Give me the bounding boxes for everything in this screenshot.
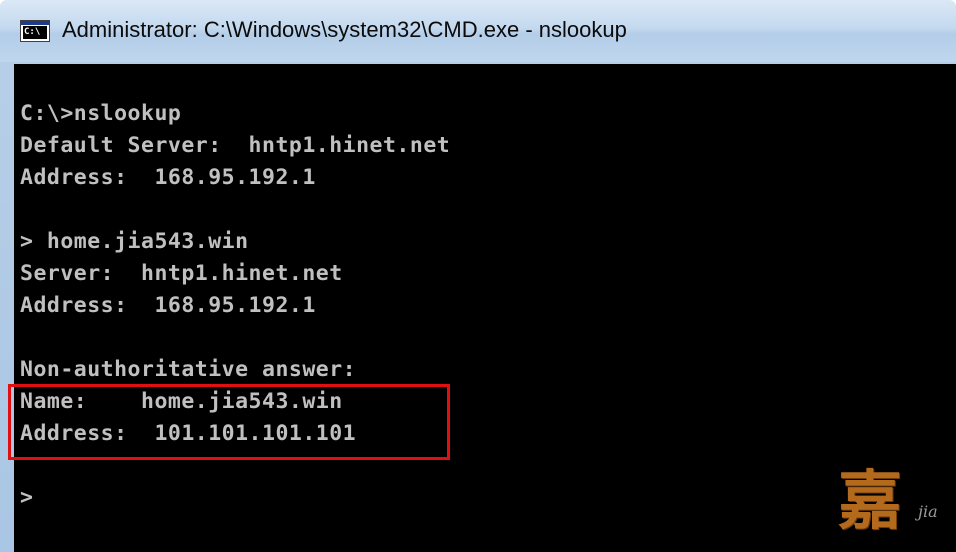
- console-output[interactable]: C:\>nslookup Default Server: hntp1.hinet…: [14, 64, 956, 552]
- watermark-sub: jia: [918, 502, 938, 521]
- watermark-char: 嘉: [838, 464, 902, 539]
- console-line: Non-authoritative answer:: [20, 357, 357, 382]
- console-line: > home.jia543.win: [20, 229, 249, 254]
- cmd-icon-bar: [21, 21, 49, 25]
- window-title: Administrator: C:\Windows\system32\CMD.e…: [62, 17, 627, 42]
- watermark-logo: 嘉 jia: [838, 466, 948, 546]
- console-line: Server: hntp1.hinet.net: [20, 261, 343, 286]
- console-prompt: >: [20, 485, 34, 510]
- console-line: C:\>nslookup: [20, 101, 182, 126]
- cmd-icon-screen: C:\: [23, 26, 47, 39]
- console-line: Address: 168.95.192.1: [20, 165, 316, 190]
- cmd-window: C:\ Administrator: C:\Windows\system32\C…: [0, 0, 956, 552]
- title-bar[interactable]: C:\ Administrator: C:\Windows\system32\C…: [0, 0, 956, 62]
- console-line: Address: 168.95.192.1: [20, 293, 316, 318]
- highlight-box: [8, 384, 450, 460]
- cmd-icon[interactable]: C:\: [20, 20, 50, 42]
- console-line: Default Server: hntp1.hinet.net: [20, 133, 451, 158]
